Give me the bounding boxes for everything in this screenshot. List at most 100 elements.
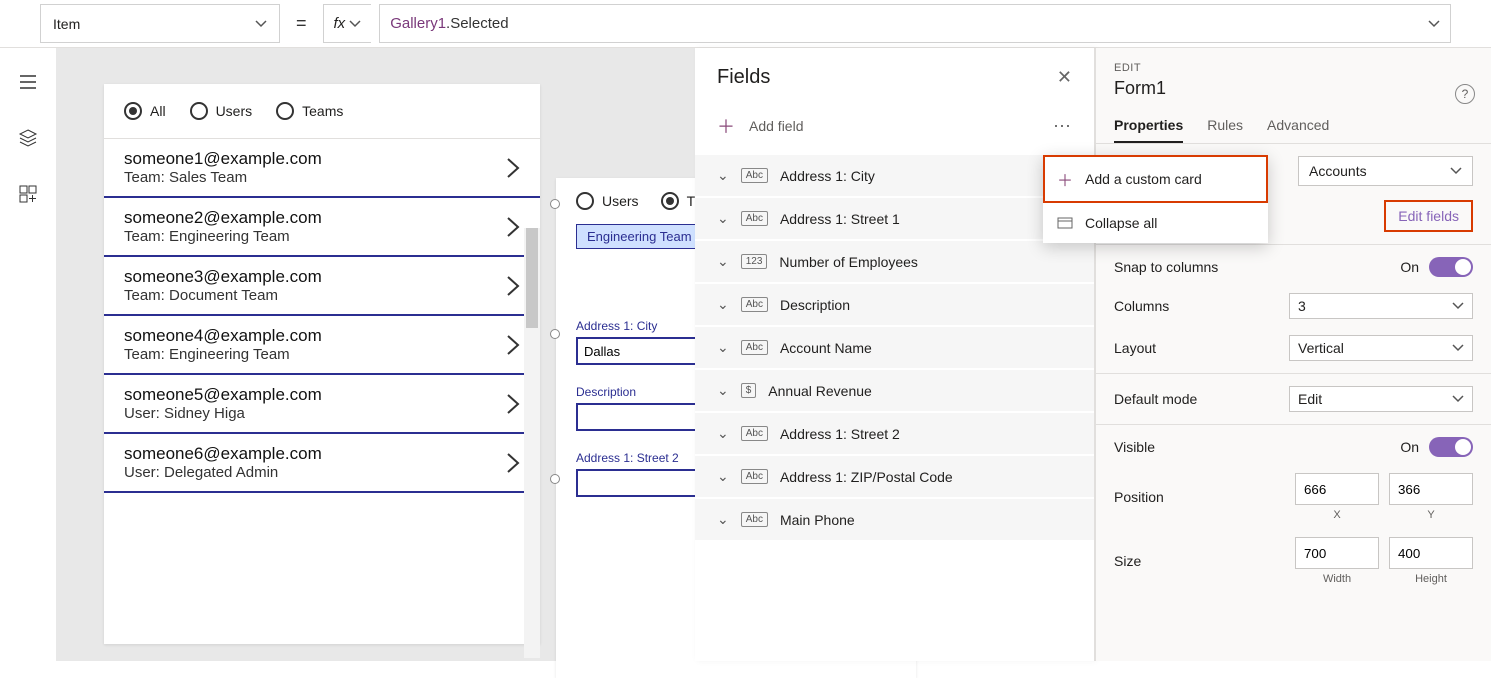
list-item[interactable]: someone2@example.comTeam: Engineering Te… bbox=[104, 198, 540, 257]
tab-rules[interactable]: Rules bbox=[1207, 117, 1243, 143]
type-icon: 123 bbox=[741, 254, 768, 269]
collapse-icon bbox=[1057, 215, 1073, 231]
radio-users[interactable]: Users bbox=[190, 102, 253, 120]
columns-label: Columns bbox=[1114, 298, 1169, 314]
field-row[interactable]: ⌄AbcAddress 1: Street 2 bbox=[695, 413, 1094, 456]
type-icon: Abc bbox=[741, 211, 768, 226]
list-item[interactable]: someone1@example.comTeam: Sales Team bbox=[104, 139, 540, 198]
layout-section: Snap to columns On Columns 3 Layout Vert… bbox=[1096, 245, 1491, 374]
field-row[interactable]: ⌄123Number of Employees bbox=[695, 241, 1094, 284]
field-row[interactable]: ⌄AbcAddress 1: Street 1 bbox=[695, 198, 1094, 241]
chevron-down-icon bbox=[1450, 165, 1462, 177]
gallery1-list: someone1@example.comTeam: Sales Team som… bbox=[104, 138, 540, 493]
size-label: Size bbox=[1114, 553, 1141, 569]
context-menu: ＋ Add a custom card Collapse all bbox=[1043, 155, 1268, 243]
chevron-down-icon: ⌄ bbox=[717, 167, 729, 184]
y-label: Y bbox=[1389, 509, 1473, 521]
plus-icon: ＋ bbox=[1057, 167, 1073, 191]
formula-input[interactable]: Gallery1.Selected bbox=[379, 4, 1451, 43]
chevron-down-icon: ⌄ bbox=[717, 468, 729, 485]
fields-title: Fields bbox=[717, 66, 770, 89]
x-input[interactable] bbox=[1295, 473, 1379, 505]
gallery1[interactable]: All Users Teams someone1@example.comTeam… bbox=[104, 84, 540, 644]
layout-select[interactable]: Vertical bbox=[1289, 335, 1473, 361]
type-icon: Abc bbox=[741, 512, 768, 527]
formula-bar: Item = fx Gallery1.Selected bbox=[0, 0, 1491, 48]
scrollbar-thumb[interactable] bbox=[526, 228, 538, 328]
field-row[interactable]: ⌄AbcMain Phone bbox=[695, 499, 1094, 542]
add-field-row: ＋ Add field ⋯ bbox=[695, 103, 1094, 155]
selection-handle[interactable] bbox=[550, 199, 560, 209]
tab-advanced[interactable]: Advanced bbox=[1267, 117, 1329, 143]
field-rows: ⌄AbcAddress 1: City ⌄AbcAddress 1: Stree… bbox=[695, 155, 1094, 542]
width-input[interactable] bbox=[1295, 537, 1379, 569]
columns-select[interactable]: 3 bbox=[1289, 293, 1473, 319]
engineering-team-badge[interactable]: Engineering Team bbox=[576, 224, 703, 249]
type-icon: Abc bbox=[741, 469, 768, 484]
chevron-down-icon: ⌄ bbox=[717, 210, 729, 227]
field-row[interactable]: ⌄AbcAccount Name bbox=[695, 327, 1094, 370]
radio-circle-icon bbox=[276, 102, 294, 120]
type-icon: Abc bbox=[741, 297, 768, 312]
position-label: Position bbox=[1114, 489, 1164, 505]
visible-toggle[interactable] bbox=[1429, 437, 1473, 457]
property-select[interactable]: Item bbox=[40, 4, 280, 43]
chevron-down-icon bbox=[1452, 342, 1464, 354]
chevron-down-icon bbox=[1452, 300, 1464, 312]
chevron-right-icon bbox=[506, 216, 520, 238]
selection-handle[interactable] bbox=[550, 329, 560, 339]
chevron-right-icon bbox=[506, 393, 520, 415]
type-icon: Abc bbox=[741, 340, 768, 355]
grid-add-icon[interactable] bbox=[18, 184, 38, 204]
fx-label: fx bbox=[334, 15, 346, 32]
radio-all[interactable]: All bbox=[124, 102, 166, 120]
radio-users-2[interactable]: Users bbox=[576, 192, 639, 210]
field-row[interactable]: ⌄AbcAddress 1: City bbox=[695, 155, 1094, 198]
visible-label: Visible bbox=[1114, 439, 1155, 455]
list-item[interactable]: someone3@example.comTeam: Document Team bbox=[104, 257, 540, 316]
add-custom-card-item[interactable]: ＋ Add a custom card bbox=[1043, 155, 1268, 203]
chevron-down-icon bbox=[255, 18, 267, 30]
type-icon: Abc bbox=[741, 168, 768, 183]
fx-button[interactable]: fx bbox=[323, 4, 372, 43]
form-name: Form1 bbox=[1114, 78, 1473, 99]
y-input[interactable] bbox=[1389, 473, 1473, 505]
edit-fields-link[interactable]: Edit fields bbox=[1384, 200, 1473, 232]
chevron-down-icon: ⌄ bbox=[717, 339, 729, 356]
chevron-down-icon: ⌄ bbox=[717, 425, 729, 442]
help-icon[interactable]: ? bbox=[1455, 84, 1475, 104]
props-tabs: Properties Rules Advanced bbox=[1096, 117, 1491, 144]
add-field-button[interactable]: ＋ Add field bbox=[717, 113, 803, 139]
snap-label: Snap to columns bbox=[1114, 259, 1218, 275]
layers-icon[interactable] bbox=[18, 128, 38, 148]
selection-handle[interactable] bbox=[550, 474, 560, 484]
chevron-right-icon bbox=[506, 452, 520, 474]
list-item[interactable]: someone4@example.comTeam: Engineering Te… bbox=[104, 316, 540, 375]
radio-teams-2[interactable]: T bbox=[661, 192, 696, 210]
more-icon[interactable]: ⋯ bbox=[1053, 116, 1072, 137]
tab-properties[interactable]: Properties bbox=[1114, 117, 1183, 143]
height-input[interactable] bbox=[1389, 537, 1473, 569]
list-item[interactable]: someone6@example.comUser: Delegated Admi… bbox=[104, 434, 540, 493]
x-label: X bbox=[1295, 509, 1379, 521]
data-source-select[interactable]: Accounts bbox=[1298, 156, 1473, 186]
snap-toggle[interactable] bbox=[1429, 257, 1473, 277]
radio-teams[interactable]: Teams bbox=[276, 102, 343, 120]
scrollbar-track[interactable] bbox=[524, 228, 540, 658]
fields-header: Fields ✕ bbox=[695, 48, 1094, 103]
props-header: EDIT Form1 ? bbox=[1096, 48, 1491, 107]
close-icon[interactable]: ✕ bbox=[1057, 67, 1072, 88]
list-item[interactable]: someone5@example.comUser: Sidney Higa bbox=[104, 375, 540, 434]
radio-circle-icon bbox=[661, 192, 679, 210]
hamburger-icon[interactable] bbox=[18, 72, 38, 92]
chevron-down-icon: ⌄ bbox=[717, 253, 729, 270]
field-row[interactable]: ⌄AbcDescription bbox=[695, 284, 1094, 327]
edit-label: EDIT bbox=[1114, 62, 1473, 74]
geom-section: Visible On Position X Y Size Width Heigh… bbox=[1096, 425, 1491, 597]
default-mode-section: Default mode Edit bbox=[1096, 374, 1491, 425]
field-row[interactable]: ⌄$Annual Revenue bbox=[695, 370, 1094, 413]
field-row[interactable]: ⌄AbcAddress 1: ZIP/Postal Code bbox=[695, 456, 1094, 499]
chevron-down-icon bbox=[1428, 18, 1440, 30]
collapse-all-item[interactable]: Collapse all bbox=[1043, 203, 1268, 243]
default-mode-select[interactable]: Edit bbox=[1289, 386, 1473, 412]
